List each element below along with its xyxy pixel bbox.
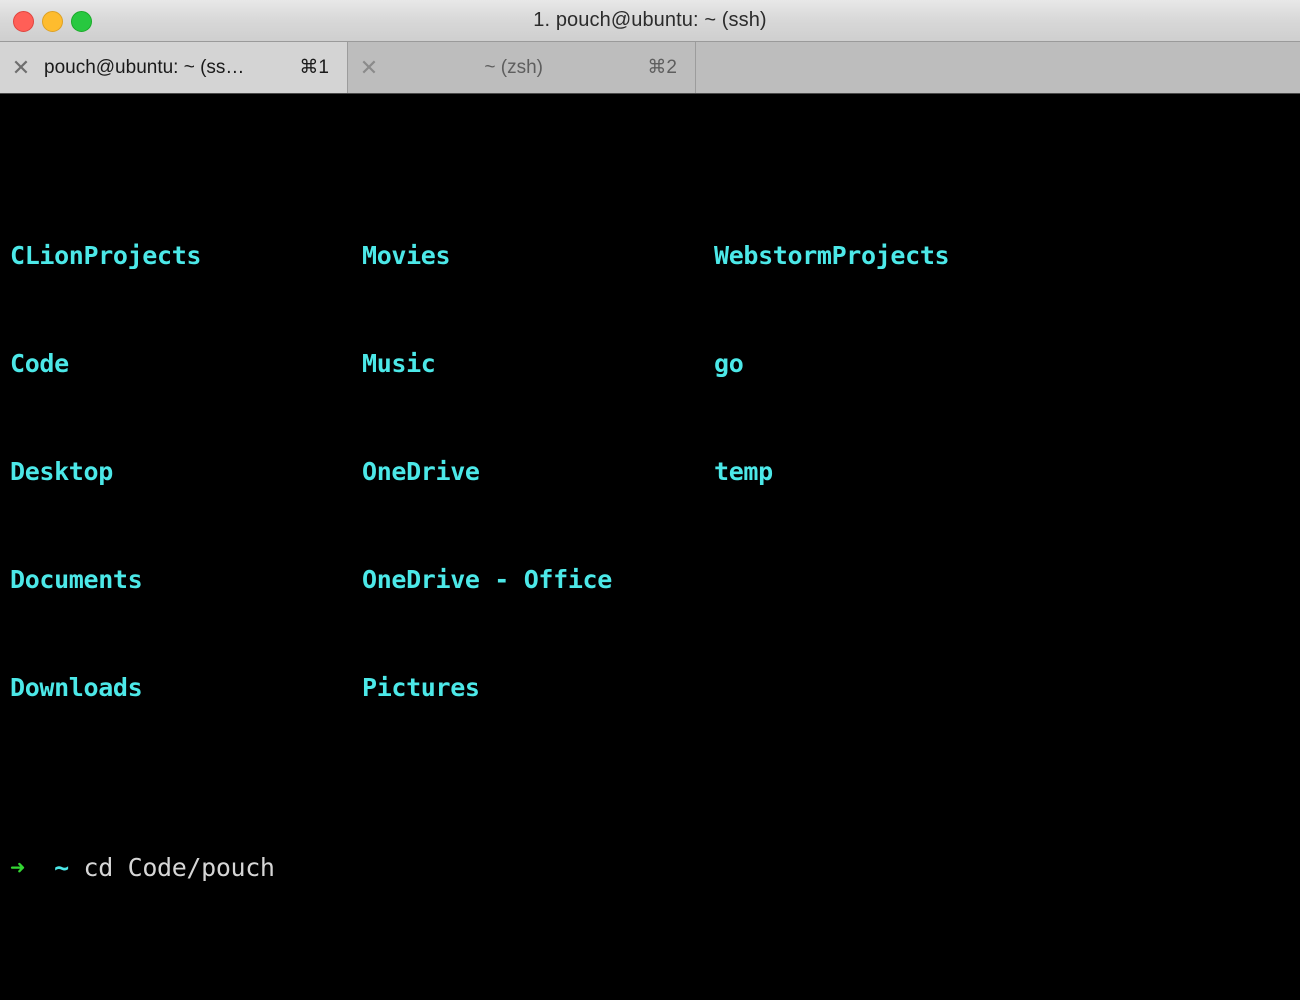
terminal-screen: CLionProjects Movies WebstormProjects Co… (10, 94, 1300, 1000)
ls-entry: Pictures (362, 673, 480, 702)
close-icon[interactable]: ✕ (0, 56, 42, 79)
maximize-window-icon[interactable] (71, 10, 92, 32)
ls-output-row: Downloads Pictures (10, 670, 1300, 706)
terminal-window: 1. pouch@ubuntu: ~ (ssh) ✕ pouch@ubuntu:… (0, 0, 1300, 1000)
tab-bar: ✕ pouch@ubuntu: ~ (ss… ⌘1 ✕ ~ (zsh) ⌘2 (0, 42, 1300, 94)
window-titlebar: 1. pouch@ubuntu: ~ (ssh) (0, 0, 1300, 42)
ls-output-row: Desktop OneDrive temp (10, 454, 1300, 490)
prompt-arrow-icon: ➜ (10, 853, 25, 882)
traffic-light-buttons (13, 0, 92, 42)
ls-entry: OneDrive - Office (362, 565, 612, 594)
ls-entry: OneDrive (362, 457, 480, 486)
ls-entry: Music (362, 349, 436, 378)
command-text: cd Code/pouch (83, 853, 275, 882)
ls-entry: Documents (10, 565, 143, 594)
ls-entry: CLionProjects (10, 241, 202, 270)
ls-entry: WebstormProjects (714, 241, 950, 270)
tab-bar-empty-area (696, 42, 1300, 93)
ls-output-row: Documents OneDrive - Office (10, 562, 1300, 598)
tab-title: ~ (zsh) (484, 56, 544, 78)
tab-shortcut: ⌘1 (299, 57, 329, 78)
ls-entry: Movies (362, 241, 451, 270)
tab-title: pouch@ubuntu: ~ (ss… (44, 56, 245, 78)
ls-output-row: Code Music go (10, 346, 1300, 382)
ls-output-row: CLionProjects Movies WebstormProjects (10, 238, 1300, 274)
ls-entry: Downloads (10, 673, 143, 702)
command-line: ➜ ~ cd Code/pouch (10, 850, 1300, 886)
ls-entry: Desktop (10, 457, 113, 486)
close-icon[interactable]: ✕ (348, 56, 390, 79)
minimize-window-icon[interactable] (42, 10, 63, 32)
tab-shortcut: ⌘2 (647, 57, 677, 78)
ls-entry: Code (10, 349, 69, 378)
ls-entry: temp (714, 457, 773, 486)
tab-ssh-session[interactable]: ✕ pouch@ubuntu: ~ (ss… ⌘1 (0, 42, 348, 93)
window-title: 1. pouch@ubuntu: ~ (ssh) (533, 9, 767, 31)
terminal-content-area[interactable]: CLionProjects Movies WebstormProjects Co… (0, 94, 1300, 1000)
ls-entry: go (714, 349, 744, 378)
prompt-path: ~ (54, 853, 69, 882)
tab-zsh-session[interactable]: ✕ ~ (zsh) ⌘2 (348, 42, 696, 93)
close-window-icon[interactable] (13, 10, 34, 32)
